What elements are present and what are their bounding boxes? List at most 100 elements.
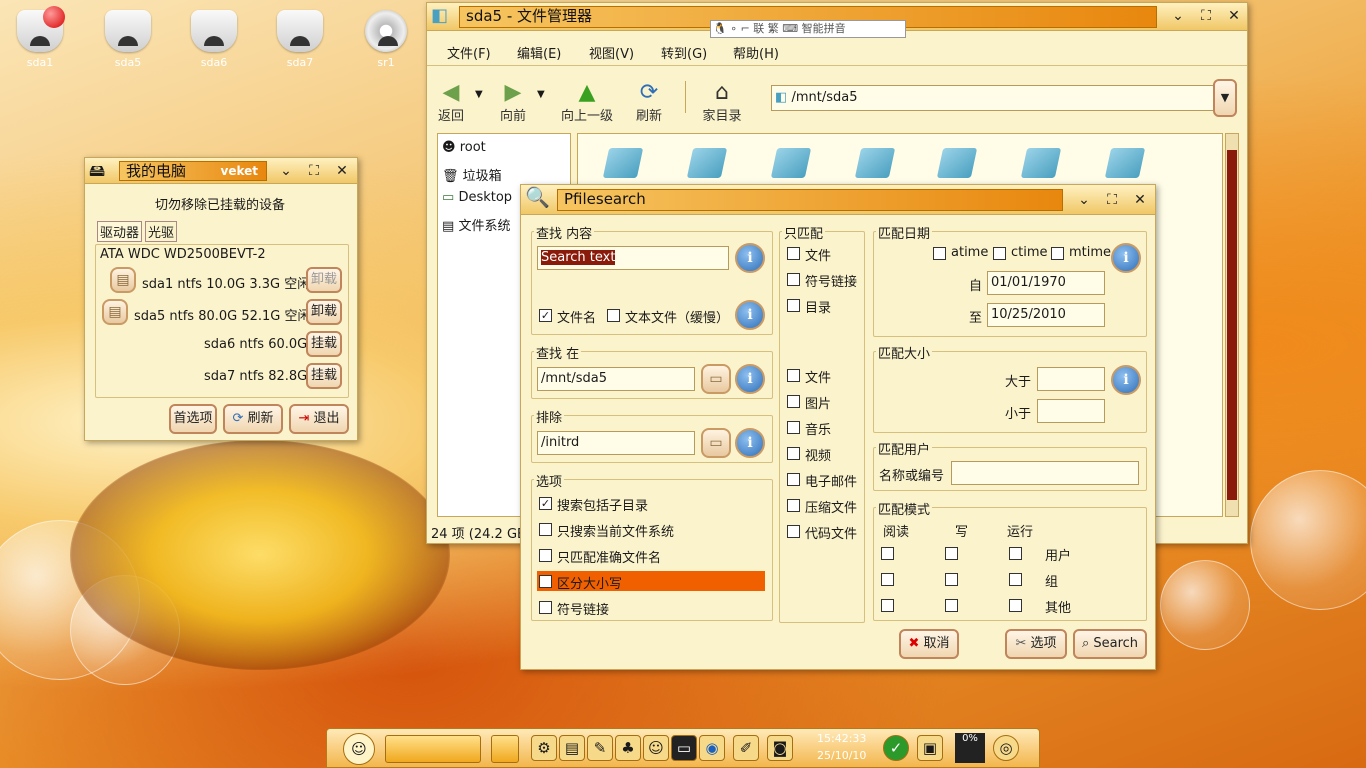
mypc-titlebar[interactable]: 🖴 我的电脑 veket ⌄ ⛶ ✕ — [85, 158, 357, 184]
network-monitor-icon[interactable]: ▣ — [917, 735, 943, 761]
size-greater-input[interactable] — [1037, 367, 1105, 391]
ctime-checkbox[interactable] — [993, 247, 1006, 260]
side-item-filesystem[interactable]: ▤ 文件系统 — [442, 215, 510, 234]
back-dropdown-icon[interactable]: ▼ — [475, 89, 483, 100]
search-button[interactable]: ⌕ Search — [1073, 629, 1147, 659]
side-item-root[interactable]: ☻ root — [442, 140, 486, 155]
mode-checkbox[interactable] — [945, 547, 958, 560]
close-button[interactable]: ✕ — [333, 162, 351, 180]
mount-sda6-button[interactable]: 挂载 — [306, 331, 342, 357]
maximize-button[interactable]: ⛶ — [1103, 191, 1121, 209]
cancel-button[interactable]: ✖ 取消 — [899, 629, 959, 659]
unmount-sda1-button[interactable]: 卸载 — [306, 267, 342, 293]
info-icon[interactable]: i — [735, 428, 765, 458]
desktop-icon-sda6[interactable]: sda6 — [184, 10, 244, 69]
kind-code-checkbox[interactable] — [787, 525, 800, 538]
paint-icon[interactable]: ♣ — [615, 735, 641, 761]
check-icon[interactable]: ✓ — [883, 735, 909, 761]
up-button[interactable]: ▲ 向上一级 — [557, 81, 617, 125]
type-symlink-checkbox[interactable] — [787, 273, 800, 286]
menu-file[interactable]: 文件(F) — [447, 43, 491, 62]
date-to-input[interactable]: 10/25/2010 — [987, 303, 1105, 327]
mode-checkbox[interactable] — [881, 547, 894, 560]
kind-image-checkbox[interactable] — [787, 395, 800, 408]
option-subdirs-checkbox[interactable]: ✓ — [539, 497, 552, 510]
file-item-icon[interactable] — [686, 148, 728, 178]
file-item-icon[interactable] — [602, 148, 644, 178]
search-path-input[interactable]: /mnt/sda5 — [537, 367, 695, 391]
kind-file-checkbox[interactable] — [787, 369, 800, 382]
menu-edit[interactable]: 编辑(E) — [517, 43, 561, 62]
folder-browse-button[interactable]: ▭ — [701, 428, 731, 458]
file-item-icon[interactable] — [1104, 148, 1146, 178]
refresh-button[interactable]: ⟳ 刷新 — [629, 81, 669, 125]
date-from-input[interactable]: 01/01/1970 — [987, 271, 1105, 295]
side-item-trash[interactable]: 🗑 垃圾箱 — [442, 165, 502, 184]
info-icon[interactable]: i — [735, 364, 765, 394]
tools-icon[interactable]: ✎ — [587, 735, 613, 761]
mode-checkbox[interactable] — [1009, 573, 1022, 586]
penguin-icon[interactable]: 🐧 — [713, 22, 727, 35]
desktop-icon-sda5[interactable]: sda5 — [98, 10, 158, 69]
taskbar-window-button[interactable] — [385, 735, 481, 763]
option-exact-name-checkbox[interactable] — [539, 549, 552, 562]
menu-go[interactable]: 转到(G) — [661, 43, 707, 62]
refresh-button[interactable]: ⟳ 刷新 — [223, 404, 283, 434]
mode-checkbox[interactable] — [1009, 547, 1022, 560]
notes-icon[interactable]: ✐ — [733, 735, 759, 761]
forward-dropdown-icon[interactable]: ▼ — [537, 89, 545, 100]
type-file-checkbox[interactable] — [787, 247, 800, 260]
folder-browse-button[interactable]: ▭ — [701, 364, 731, 394]
side-item-desktop[interactable]: ▭ Desktop — [442, 190, 512, 205]
options-button[interactable]: ✂ 选项 — [1005, 629, 1067, 659]
minimize-button[interactable]: ⌄ — [277, 162, 295, 180]
back-button[interactable]: ◀ 返回 — [433, 81, 469, 125]
location-bar[interactable]: ◧ /mnt/sda5 — [771, 85, 1215, 111]
taskbar-window-button[interactable] — [491, 735, 519, 763]
quit-button[interactable]: ⇥ 退出 — [289, 404, 349, 434]
exclude-path-input[interactable]: /initrd — [537, 431, 695, 455]
preferences-button[interactable]: 首选项 — [169, 404, 217, 434]
option-symlink-checkbox[interactable] — [539, 601, 552, 614]
home-button[interactable]: ⌂ 家目录 — [699, 81, 745, 125]
network-icon[interactable]: ⚙ — [531, 735, 557, 761]
mode-checkbox[interactable] — [881, 599, 894, 612]
terminal-icon[interactable]: ▭ — [671, 735, 697, 761]
ime-label[interactable]: 智能拼音 — [802, 22, 846, 35]
menu-help[interactable]: 帮助(H) — [733, 43, 779, 62]
kind-archive-checkbox[interactable] — [787, 499, 800, 512]
kind-music-checkbox[interactable] — [787, 421, 800, 434]
kind-video-checkbox[interactable] — [787, 447, 800, 460]
info-icon[interactable]: i — [735, 243, 765, 273]
mode-checkbox[interactable] — [881, 573, 894, 586]
option-case-checkbox[interactable] — [539, 575, 552, 588]
vertical-scrollbar[interactable] — [1225, 133, 1239, 517]
location-dropdown-button[interactable]: ▼ — [1213, 79, 1237, 117]
atime-checkbox[interactable] — [933, 247, 946, 260]
info-icon[interactable]: i — [1111, 243, 1141, 273]
scrollbar-thumb[interactable] — [1227, 150, 1237, 500]
info-icon[interactable]: i — [735, 300, 765, 330]
mode-checkbox[interactable] — [1009, 599, 1022, 612]
size-less-input[interactable] — [1037, 399, 1105, 423]
close-button[interactable]: ✕ — [1131, 191, 1149, 209]
mount-sda7-button[interactable]: 挂载 — [306, 363, 342, 389]
minimize-button[interactable]: ⌄ — [1075, 191, 1093, 209]
close-button[interactable]: ✕ — [1225, 7, 1243, 25]
desktop-icon-sr1[interactable]: sr1 — [356, 10, 416, 69]
file-item-icon[interactable] — [854, 148, 896, 178]
tab-optical[interactable]: 光驱 — [145, 221, 178, 242]
user-input[interactable] — [951, 461, 1139, 485]
search-text-input[interactable]: Search text — [537, 246, 729, 270]
desktop-icon-sda1[interactable]: sda1 — [10, 6, 70, 69]
file-item-icon[interactable] — [770, 148, 812, 178]
type-dir-checkbox[interactable] — [787, 299, 800, 312]
mascot-icon[interactable]: ☺ — [643, 735, 669, 761]
tab-drives[interactable]: 驱动器 — [97, 221, 143, 242]
start-menu-icon[interactable]: ☺ — [343, 733, 375, 765]
camera-icon[interactable]: ◙ — [767, 735, 793, 761]
option-same-fs-checkbox[interactable] — [539, 523, 552, 536]
browser-icon[interactable]: ◉ — [699, 735, 725, 761]
drive-icon[interactable]: ▤ — [559, 735, 585, 761]
file-item-icon[interactable] — [936, 148, 978, 178]
